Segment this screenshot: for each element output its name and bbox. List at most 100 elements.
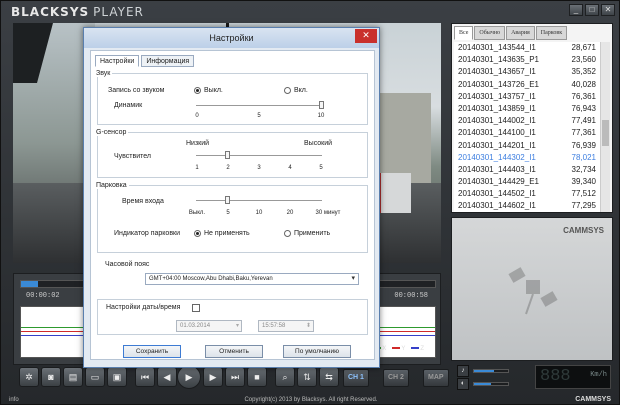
file-row[interactable]: 20140301_143657_I1 35,352: [454, 66, 600, 78]
entry-time-tick-20: 20: [286, 210, 294, 216]
date-field[interactable]: 01.03.2014 ▾: [176, 320, 242, 332]
file-row[interactable]: 20140301_144403_I1 32,734: [454, 164, 600, 176]
file-row[interactable]: 20140301_144602_I1 77,295: [454, 200, 600, 212]
file-row[interactable]: 20140301_144201_I1 76,939: [454, 140, 600, 152]
record-sound-off-radio[interactable]: [194, 87, 201, 94]
channel-1-button[interactable]: CH 1: [343, 369, 369, 387]
zoom-icon[interactable]: ⌕: [275, 367, 295, 387]
date-value: 01.03.2014: [180, 323, 211, 329]
scroll-thumb[interactable]: [602, 120, 609, 146]
app-logo: BLACKSYS PLAYER: [11, 5, 144, 19]
speed-digits: 888: [540, 367, 571, 386]
step-back-icon[interactable]: ◀: [157, 367, 177, 387]
speed-display: 888 Km/h: [535, 365, 611, 389]
tab-info[interactable]: Информация: [141, 55, 195, 67]
play-icon[interactable]: ▶: [177, 365, 201, 389]
parking-group: Парковка Время входа Выкл. 5 10 20 30 ми…: [94, 182, 368, 253]
indicator-apply-radio[interactable]: [284, 230, 291, 237]
timezone-title: Часовой пояс: [105, 261, 150, 268]
file-row[interactable]: 20140301_143635_P1 23,560: [454, 54, 600, 66]
file-row[interactable]: 20140301_144502_I1 77,512: [454, 188, 600, 200]
brand-name: BLACKSYS: [11, 5, 90, 19]
file-tab[interactable]: Авария: [506, 26, 535, 40]
file-tab[interactable]: Обычно: [474, 26, 506, 40]
sensitivity-slider[interactable]: [196, 155, 322, 156]
file-size: 76,943: [571, 103, 596, 113]
dialog-body: Настройки Информация Звук Запись со звук…: [90, 50, 375, 360]
chevron-down-icon: ▾: [351, 275, 355, 282]
file-row[interactable]: 20140301_143757_I1 76,361: [454, 91, 600, 103]
timezone-select[interactable]: GMT+04:00 Moscow,Abu Dhabi,Baku,Yerevan …: [145, 273, 359, 285]
fast-forward-icon[interactable]: ⏭: [225, 367, 245, 387]
settings-dialog: Настройки ✕ Настройки Информация Звук За…: [83, 27, 380, 368]
close-window-button[interactable]: ✕: [601, 4, 615, 16]
speaker-slider[interactable]: [196, 105, 322, 106]
open-folder-icon[interactable]: ▭: [85, 367, 105, 387]
brightness-slider[interactable]: [473, 382, 509, 386]
volume-slider[interactable]: [473, 369, 509, 373]
step-forward-icon[interactable]: ▶: [203, 367, 223, 387]
time-spinner-icon: ⬍: [305, 323, 311, 329]
file-list[interactable]: 20140301_143544_I1 28,671 20140301_143635_…: [454, 42, 600, 212]
file-name: 20140301_143726_E1: [458, 79, 539, 89]
map-button[interactable]: MAP: [423, 369, 449, 387]
stop-icon[interactable]: ■: [247, 367, 267, 387]
speaker-tick-10: 10: [317, 113, 325, 119]
dialog-close-button[interactable]: ✕: [355, 29, 377, 43]
file-row[interactable]: 20140301_144302_I1 78,021: [454, 152, 600, 164]
file-row[interactable]: 20140301_143859_I1 76,943: [454, 103, 600, 115]
file-tab[interactable]: Парковк: [535, 26, 568, 40]
file-row[interactable]: 20140301_144002_I1 77,491: [454, 115, 600, 127]
legend-z: Z: [411, 346, 424, 352]
map-panel[interactable]: CAMMSYS: [451, 217, 613, 361]
record-sound-label: Запись со звуком: [108, 87, 165, 94]
file-name: 20140301_143635_P1: [458, 55, 539, 65]
sensitivity-tick-2: 2: [226, 165, 230, 171]
record-sound-on-label: Вкл.: [294, 87, 308, 94]
time-total: 00:00:58: [394, 292, 428, 300]
time-elapsed: 00:00:02: [26, 292, 60, 300]
datetime-checkbox[interactable]: [192, 304, 200, 312]
save-button[interactable]: Сохранить: [123, 345, 181, 358]
indicator-not-apply-label: Не применять: [204, 230, 250, 237]
flip-icon[interactable]: ⇅: [297, 367, 317, 387]
channel-2-button[interactable]: CH 2: [383, 369, 409, 387]
fullscreen-icon[interactable]: ▣: [107, 367, 127, 387]
sound-group-title: Звук: [94, 70, 113, 77]
record-sound-on-radio[interactable]: [284, 87, 291, 94]
settings-gear-icon[interactable]: ✲: [19, 367, 39, 387]
minimize-button[interactable]: _: [569, 4, 583, 16]
file-row[interactable]: 20140301_143544_I1 28,671: [454, 42, 600, 54]
file-name: 20140301_144302_I1: [458, 152, 536, 162]
file-row[interactable]: 20140301_144429_E1 39,340: [454, 176, 600, 188]
parking-indicator-label: Индикатор парковки: [114, 230, 181, 237]
file-tab[interactable]: Все: [454, 26, 474, 40]
axis-legend: X Y Z: [373, 346, 424, 352]
mirror-icon[interactable]: ⇆: [319, 367, 339, 387]
tab-settings[interactable]: Настройки: [95, 55, 140, 67]
time-field[interactable]: 15:57:58 ⬍: [258, 320, 314, 332]
file-row[interactable]: 20140301_143726_E1 40,028: [454, 79, 600, 91]
maximize-button[interactable]: □: [585, 4, 599, 16]
file-list-scrollbar[interactable]: [600, 42, 610, 212]
file-size: 32,734: [571, 164, 596, 174]
calendar-dropdown-icon: ▾: [235, 323, 239, 329]
audio-video-adjust: ♪ ◐ 888 Km/h: [451, 363, 613, 391]
skip-previous-icon[interactable]: ⏮: [135, 367, 155, 387]
indicator-not-apply-radio[interactable]: [194, 230, 201, 237]
file-row[interactable]: 20140301_144100_I1 77,361: [454, 127, 600, 139]
file-name: 20140301_144100_I1: [458, 128, 536, 138]
speaker-tick-0: 0: [195, 113, 199, 119]
sound-group: Звук Запись со звуком Выкл. Вкл. Динамик…: [94, 70, 368, 125]
entry-time-slider[interactable]: [196, 200, 322, 201]
default-button[interactable]: По умолчанию: [283, 345, 351, 358]
sensitivity-slider-thumb[interactable]: [224, 151, 230, 159]
gsensor-group-title: G-сенсор: [94, 129, 129, 136]
entry-time-slider-thumb[interactable]: [224, 196, 230, 204]
file-list-panel: Все Обычно Авария Парковк 20140301_143544_I…: [451, 23, 613, 213]
cancel-button[interactable]: Отменить: [205, 345, 263, 358]
dialog-title: Настройки: [84, 28, 379, 48]
speaker-slider-thumb[interactable]: [319, 101, 324, 109]
snapshot-camera-icon[interactable]: ◙: [41, 367, 61, 387]
print-icon[interactable]: ▤: [63, 367, 83, 387]
